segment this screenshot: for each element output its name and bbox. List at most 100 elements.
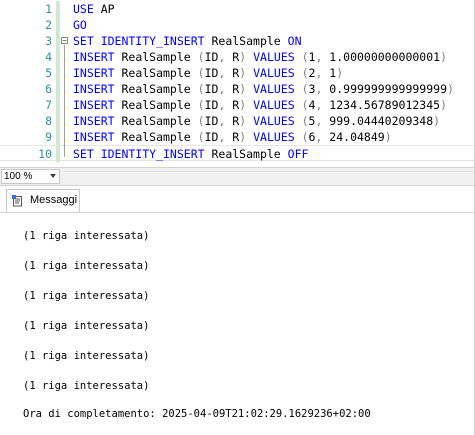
change-marker: [56, 49, 60, 65]
code-token: SET IDENTITY_INSERT: [73, 34, 205, 48]
code-token: ,: [218, 50, 233, 64]
code-line[interactable]: 8 INSERT RealSample (ID, R) VALUES (5, 99…: [0, 113, 475, 129]
tab-messages-label: Messaggi: [30, 194, 78, 206]
code-token: (: [294, 98, 309, 112]
code-token: RealSample: [114, 98, 198, 112]
code-token: INSERT: [73, 50, 115, 64]
code-token: ,: [315, 82, 330, 96]
messages-icon: [12, 195, 22, 207]
change-marker: [56, 65, 60, 81]
code-token: ): [336, 66, 344, 80]
code-token: ): [433, 114, 441, 128]
code-text: INSERT RealSample (ID, R) VALUES (4, 123…: [73, 97, 447, 113]
code-line[interactable]: 3 − SET IDENTITY_INSERT RealSample ON: [0, 33, 475, 49]
code-token: ): [239, 114, 254, 128]
code-token: RealSample: [204, 147, 288, 161]
message-line: (1 riga interessata): [23, 230, 150, 242]
change-marker: [56, 97, 60, 113]
completion-time: Ora di completamento: 2025-04-09T21:02:2…: [23, 408, 371, 420]
line-number: 7: [45, 98, 52, 112]
code-token: ,: [315, 50, 330, 64]
code-token: 24.04849: [329, 130, 385, 144]
code-token: ): [440, 50, 448, 64]
line-number: 10: [38, 147, 52, 161]
code-token: ,: [218, 82, 233, 96]
code-text: INSERT RealSample (ID, R) VALUES (1, 1.0…: [73, 49, 447, 65]
code-line[interactable]: 1 USE AP: [0, 1, 475, 17]
code-token: ,: [218, 130, 233, 144]
code-text: USE AP: [73, 1, 115, 17]
code-token: GO: [73, 18, 87, 32]
collapse-icon[interactable]: −: [61, 37, 68, 45]
code-token: INSERT: [73, 98, 115, 112]
change-marker: [56, 113, 60, 129]
code-token: VALUES: [253, 66, 295, 80]
code-token: (: [197, 82, 205, 96]
code-token: ID: [204, 130, 219, 144]
code-token: ): [239, 130, 254, 144]
code-token: ,: [218, 98, 233, 112]
code-token: (: [197, 50, 205, 64]
code-token: 1.00000000000001: [329, 50, 441, 64]
code-line[interactable]: 4 INSERT RealSample (ID, R) VALUES (1, 1.…: [0, 49, 475, 65]
horizontal-scrollbar[interactable]: [64, 171, 475, 183]
line-number: 9: [45, 130, 52, 144]
code-token: ID: [204, 98, 219, 112]
code-line[interactable]: 10 SET IDENTITY_INSERT RealSample OFF: [0, 145, 475, 162]
code-token: VALUES: [253, 130, 295, 144]
code-token: ): [440, 98, 448, 112]
code-token: (: [197, 114, 205, 128]
message-line: (1 riga interessata): [23, 290, 150, 302]
line-number: 2: [45, 18, 52, 32]
code-token: VALUES: [253, 114, 295, 128]
code-token: 999.04440209348: [329, 114, 434, 128]
code-text: INSERT RealSample (ID, R) VALUES (3, 0.9…: [73, 81, 454, 97]
code-token: INSERT: [73, 114, 115, 128]
change-marker: [56, 33, 60, 49]
message-line: (1 riga interessata): [23, 380, 150, 392]
code-token: (: [294, 50, 309, 64]
code-token: ,: [315, 66, 330, 80]
code-token: SET IDENTITY_INSERT: [73, 147, 205, 161]
code-token: AP: [93, 2, 115, 16]
code-text: INSERT RealSample (ID, R) VALUES (6, 24.…: [73, 129, 392, 145]
zoom-select[interactable]: 100 %: [1, 169, 60, 184]
code-line[interactable]: 7 INSERT RealSample (ID, R) VALUES (4, 12…: [0, 97, 475, 113]
code-text: INSERT RealSample (ID, R) VALUES (2, 1): [73, 65, 343, 81]
code-token: RealSample: [114, 130, 198, 144]
code-token: RealSample: [114, 50, 198, 64]
code-line[interactable]: 6 INSERT RealSample (ID, R) VALUES (3, 0.…: [0, 81, 475, 97]
code-line[interactable]: 5 INSERT RealSample (ID, R) VALUES (2, 1): [0, 65, 475, 81]
line-number: 5: [45, 66, 52, 80]
line-number: 8: [45, 114, 52, 128]
message-line: (1 riga interessata): [23, 260, 150, 272]
change-marker: [56, 17, 60, 33]
messages-pane: (1 riga interessata) (1 riga interessata)…: [0, 213, 475, 435]
change-marker: [56, 129, 60, 145]
code-line[interactable]: 9 INSERT RealSample (ID, R) VALUES (6, 24…: [0, 129, 475, 145]
code-token: (: [197, 66, 205, 80]
code-token: RealSample: [114, 114, 198, 128]
message-line: (1 riga interessata): [23, 350, 150, 362]
change-marker: [56, 1, 60, 17]
line-number: 6: [45, 82, 52, 96]
code-token: INSERT: [73, 82, 115, 96]
code-token: ,: [218, 66, 233, 80]
code-token: ): [239, 66, 254, 80]
code-token: ,: [315, 114, 330, 128]
tab-messages[interactable]: Messaggi: [6, 189, 80, 212]
change-marker: [56, 81, 60, 97]
code-token: ): [239, 50, 254, 64]
code-token: ): [239, 82, 254, 96]
code-line[interactable]: 2 GO: [0, 17, 475, 33]
line-number: 3: [45, 34, 52, 48]
code-token: VALUES: [253, 50, 295, 64]
chevron-down-icon[interactable]: [50, 174, 56, 178]
code-token: 0.999999999999999: [329, 82, 447, 96]
code-text: GO: [73, 17, 87, 33]
code-token: (: [294, 66, 309, 80]
zoom-bar: 100 %: [0, 167, 475, 186]
sql-editor[interactable]: 1 USE AP 2 GO 3− SET IDENTITY_INSERT RealSamp…: [0, 0, 475, 163]
fold-guide: [64, 45, 65, 157]
code-token: RealSample: [114, 82, 198, 96]
